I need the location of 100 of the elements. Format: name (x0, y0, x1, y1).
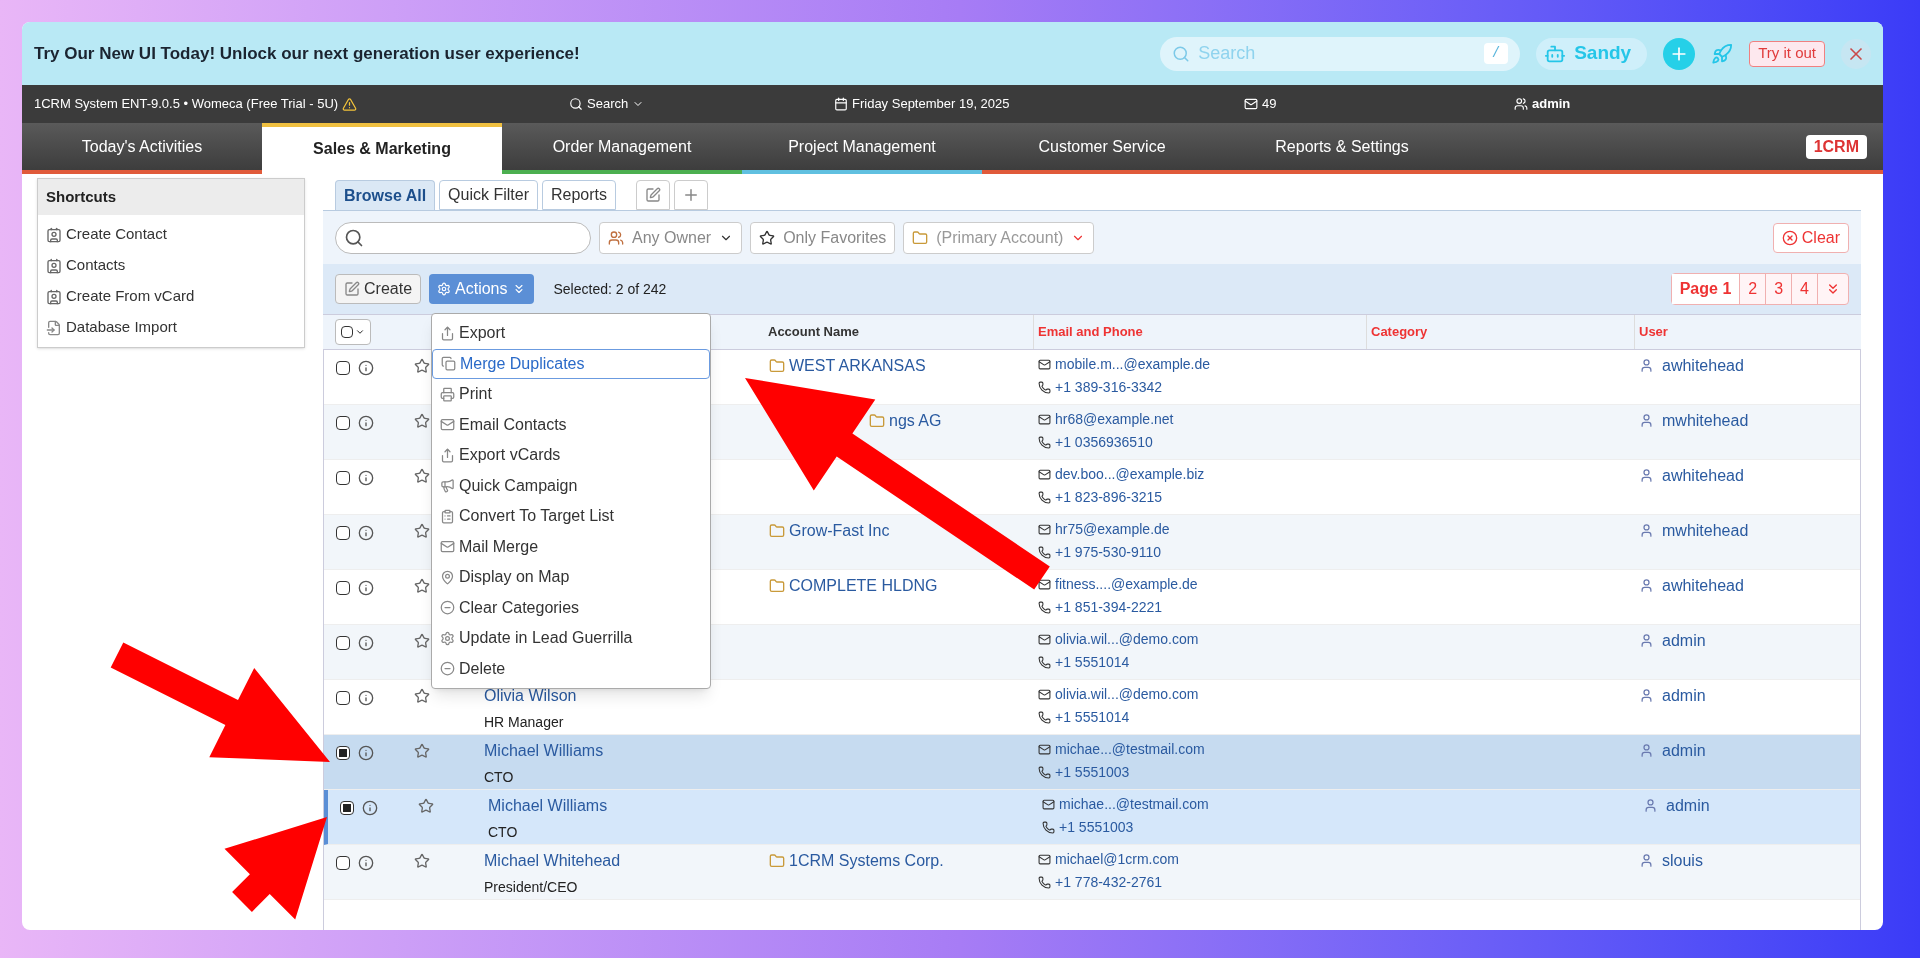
favorite-star-icon[interactable] (414, 688, 430, 704)
view-tab[interactable]: Reports (542, 180, 617, 210)
clear-button[interactable]: Clear (1772, 222, 1849, 253)
shortcut-link[interactable]: Contacts (38, 250, 304, 281)
contact-name[interactable]: Michael Whitehead (484, 849, 621, 873)
table-row[interactable]: Michael Williams CTO michae...@testmail.com +1 5551003 admin (324, 790, 1860, 845)
favorite-star-icon[interactable] (414, 468, 430, 484)
shortcut-link[interactable]: Create From vCard (38, 281, 304, 312)
column-header[interactable]: Email and Phone (1038, 322, 1143, 342)
email-link[interactable]: michae...@testmail.com (1055, 739, 1205, 760)
row-checkbox[interactable] (336, 581, 350, 595)
page-button[interactable]: Page 1 (1671, 274, 1741, 304)
account-link[interactable]: Grow-Fast Inc (789, 519, 890, 543)
menu-item[interactable]: Export (432, 318, 710, 349)
info-icon[interactable] (358, 580, 374, 596)
row-checkbox[interactable] (336, 526, 350, 540)
column-header[interactable]: User (1639, 322, 1668, 342)
admin-menu[interactable]: admin (1514, 94, 1571, 114)
phone-link[interactable]: +1 778-432-2761 (1055, 872, 1163, 893)
info-icon[interactable] (358, 635, 374, 651)
row-checkbox[interactable] (336, 361, 350, 375)
phone-link[interactable]: +1 5551014 (1055, 707, 1130, 728)
module-tab[interactable]: Reports & Settings (1222, 123, 1462, 170)
row-checkbox[interactable] (336, 746, 350, 760)
owner-dropdown[interactable]: Any Owner (599, 221, 743, 254)
account-link[interactable]: WEST ARKANSAS (789, 354, 926, 378)
user-link[interactable]: admin (1662, 684, 1706, 708)
phone-link[interactable]: +1 975-530-9110 (1055, 542, 1161, 563)
user-link[interactable]: mwhitehead (1662, 409, 1749, 433)
view-tab[interactable]: Quick Filter (439, 180, 538, 210)
email-link[interactable]: michae...@testmail.com (1059, 794, 1209, 815)
info-icon[interactable] (358, 525, 374, 541)
phone-link[interactable]: +1 851-394-2221 (1055, 597, 1163, 618)
info-icon[interactable] (358, 415, 374, 431)
user-link[interactable]: awhitehead (1662, 464, 1744, 488)
search-menu[interactable]: Search (569, 94, 834, 114)
phone-link[interactable]: +1 5551003 (1055, 762, 1130, 783)
user-link[interactable]: admin (1666, 794, 1710, 818)
user-link[interactable]: mwhitehead (1662, 519, 1749, 543)
row-checkbox[interactable] (336, 691, 350, 705)
user-link[interactable]: slouis (1662, 849, 1703, 873)
select-all-dropdown[interactable] (335, 319, 371, 345)
mail-count[interactable]: 49 (1244, 94, 1514, 114)
shortcut-link[interactable]: Database Import (38, 312, 304, 343)
menu-item[interactable]: Email Contacts (432, 409, 710, 440)
info-icon[interactable] (358, 855, 374, 871)
account-link[interactable]: ngs AG (889, 409, 942, 433)
favorite-star-icon[interactable] (414, 358, 430, 374)
menu-item[interactable]: Quick Campaign (432, 470, 710, 501)
page-button[interactable]: 3 (1766, 274, 1793, 304)
favorite-star-icon[interactable] (414, 578, 430, 594)
phone-link[interactable]: +1 823-896-3215 (1055, 487, 1163, 508)
module-tab[interactable]: Project Management (742, 123, 982, 170)
email-link[interactable]: michael@1crm.com (1055, 849, 1179, 870)
view-tab[interactable]: Browse All (335, 180, 436, 210)
email-link[interactable]: olivia.wil...@demo.com (1055, 629, 1199, 650)
phone-link[interactable]: +1 389-316-3342 (1055, 377, 1163, 398)
favorite-star-icon[interactable] (418, 798, 434, 814)
favorites-toggle[interactable]: Only Favorites (750, 221, 896, 254)
row-checkbox[interactable] (340, 801, 354, 815)
module-tab[interactable]: Sales & Marketing (262, 123, 502, 170)
user-link[interactable]: awhitehead (1662, 354, 1744, 378)
info-icon[interactable] (358, 470, 374, 486)
row-checkbox[interactable] (336, 416, 350, 430)
menu-item[interactable]: Update in Lead Guerrilla (432, 623, 710, 654)
column-header[interactable]: Category (1371, 322, 1428, 342)
table-row[interactable]: Michael Williams CTO michae...@testmail.com +1 5551003 admin (324, 735, 1860, 790)
email-link[interactable]: hr75@example.de (1055, 519, 1170, 540)
user-link[interactable]: awhitehead (1662, 574, 1744, 598)
search-field[interactable] (335, 221, 591, 254)
account-link[interactable]: 1CRM Systems Corp. (789, 849, 944, 873)
favorite-star-icon[interactable] (414, 523, 430, 539)
module-tab[interactable]: Order Management (502, 123, 742, 170)
user-link[interactable]: admin (1662, 629, 1706, 653)
email-link[interactable]: dev.boo...@example.biz (1055, 464, 1205, 485)
user-link[interactable]: admin (1662, 739, 1706, 763)
close-button[interactable] (1841, 38, 1871, 69)
favorite-star-icon[interactable] (414, 633, 430, 649)
row-checkbox[interactable] (336, 471, 350, 485)
module-tab[interactable]: Today's Activities (22, 123, 262, 170)
info-icon[interactable] (358, 745, 374, 761)
module-tab[interactable]: Customer Service (982, 123, 1222, 170)
contact-name[interactable]: Michael Williams (484, 739, 604, 763)
phone-link[interactable]: +1 5551003 (1059, 817, 1134, 838)
row-checkbox[interactable] (336, 636, 350, 650)
info-icon[interactable] (358, 360, 374, 376)
shortcut-link[interactable]: Create Contact (38, 219, 304, 250)
account-link[interactable]: COMPLETE HLDNG (789, 574, 938, 598)
menu-item[interactable]: Mail Merge (432, 531, 710, 562)
favorite-star-icon[interactable] (414, 743, 430, 759)
column-header[interactable]: Account Name (768, 324, 860, 340)
email-link[interactable]: hr68@example.net (1055, 409, 1174, 430)
favorite-star-icon[interactable] (414, 413, 430, 429)
phone-link[interactable]: +1 5551014 (1055, 652, 1130, 673)
email-link[interactable]: olivia.wil...@demo.com (1055, 684, 1199, 705)
page-button[interactable]: 4 (1792, 274, 1818, 304)
info-icon[interactable] (362, 800, 378, 816)
menu-item[interactable]: Clear Categories (432, 592, 710, 623)
email-link[interactable]: fitness....@example.de (1055, 574, 1198, 595)
favorite-star-icon[interactable] (414, 853, 430, 869)
